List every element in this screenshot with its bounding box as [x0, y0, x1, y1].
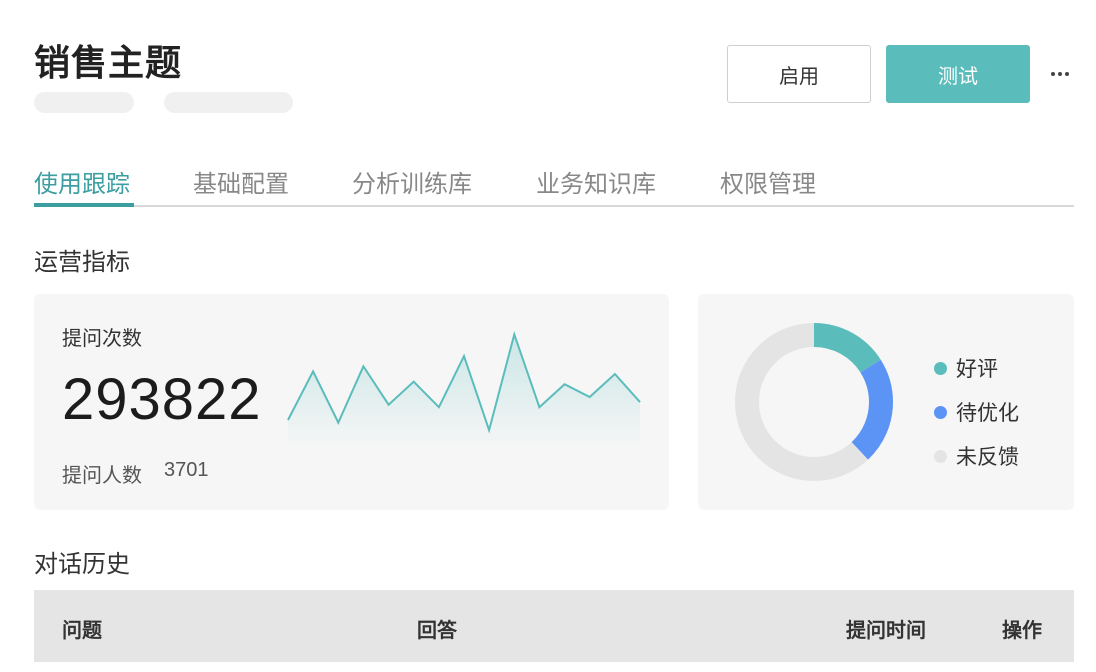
history-section-title: 对话历史 — [34, 550, 130, 578]
no-feedback-dot-icon — [934, 449, 947, 463]
askers-value: 3701 — [164, 459, 209, 481]
legend-item-optimize: 待优化 — [934, 390, 1019, 434]
tab-bar: 使用跟踪 基础配置 分析训练库 业务知识库 权限管理 — [34, 160, 1074, 207]
sparkline-area — [288, 334, 640, 449]
metrics-section-title: 运营指标 — [34, 248, 130, 276]
legend-item-no-feedback: 未反馈 — [934, 434, 1019, 478]
meta-placeholder — [34, 92, 134, 113]
more-icon[interactable] — [1046, 62, 1074, 86]
good-dot-icon — [934, 361, 947, 375]
test-button[interactable]: 测试 — [886, 45, 1030, 103]
feedback-donut — [735, 323, 893, 481]
tab-analysis-training[interactable]: 分析训练库 — [352, 164, 472, 199]
questions-value: 293822 — [62, 367, 262, 432]
questions-card: 提问次数 293822 提问人数 3701 — [34, 294, 669, 510]
tab-basic-config[interactable]: 基础配置 — [193, 164, 289, 199]
tab-business-knowledge[interactable]: 业务知识库 — [536, 164, 656, 199]
legend-item-good: 好评 — [934, 346, 1019, 390]
more-dot — [1065, 72, 1069, 76]
column-answer[interactable]: 回答 — [417, 614, 457, 643]
questions-label: 提问次数 — [62, 326, 142, 350]
optimize-dot-icon — [934, 405, 947, 419]
page-title: 销售主题 — [34, 43, 183, 84]
questions-sparkline — [287, 330, 641, 449]
active-tab-indicator — [34, 203, 134, 207]
column-actions[interactable]: 操作 — [1002, 614, 1042, 643]
column-question[interactable]: 问题 — [62, 614, 102, 643]
more-dot — [1058, 72, 1062, 76]
more-dot — [1051, 72, 1055, 76]
feedback-legend: 好评 待优化 未反馈 — [934, 346, 1019, 478]
enable-button[interactable]: 启用 — [727, 45, 871, 103]
tab-usage-tracking[interactable]: 使用跟踪 — [34, 164, 130, 199]
tab-permissions[interactable]: 权限管理 — [720, 164, 816, 199]
legend-label-good: 好评 — [956, 357, 998, 381]
askers-label: 提问人数 — [62, 463, 142, 487]
legend-label-optimize: 待优化 — [956, 401, 1019, 425]
feedback-card: 好评 待优化 未反馈 — [698, 294, 1074, 510]
column-ask-time[interactable]: 提问时间 — [846, 614, 926, 643]
meta-placeholder — [164, 92, 293, 113]
legend-label-no-feedback: 未反馈 — [956, 445, 1019, 469]
history-table-header: 问题 回答 提问时间 操作 — [34, 590, 1074, 662]
